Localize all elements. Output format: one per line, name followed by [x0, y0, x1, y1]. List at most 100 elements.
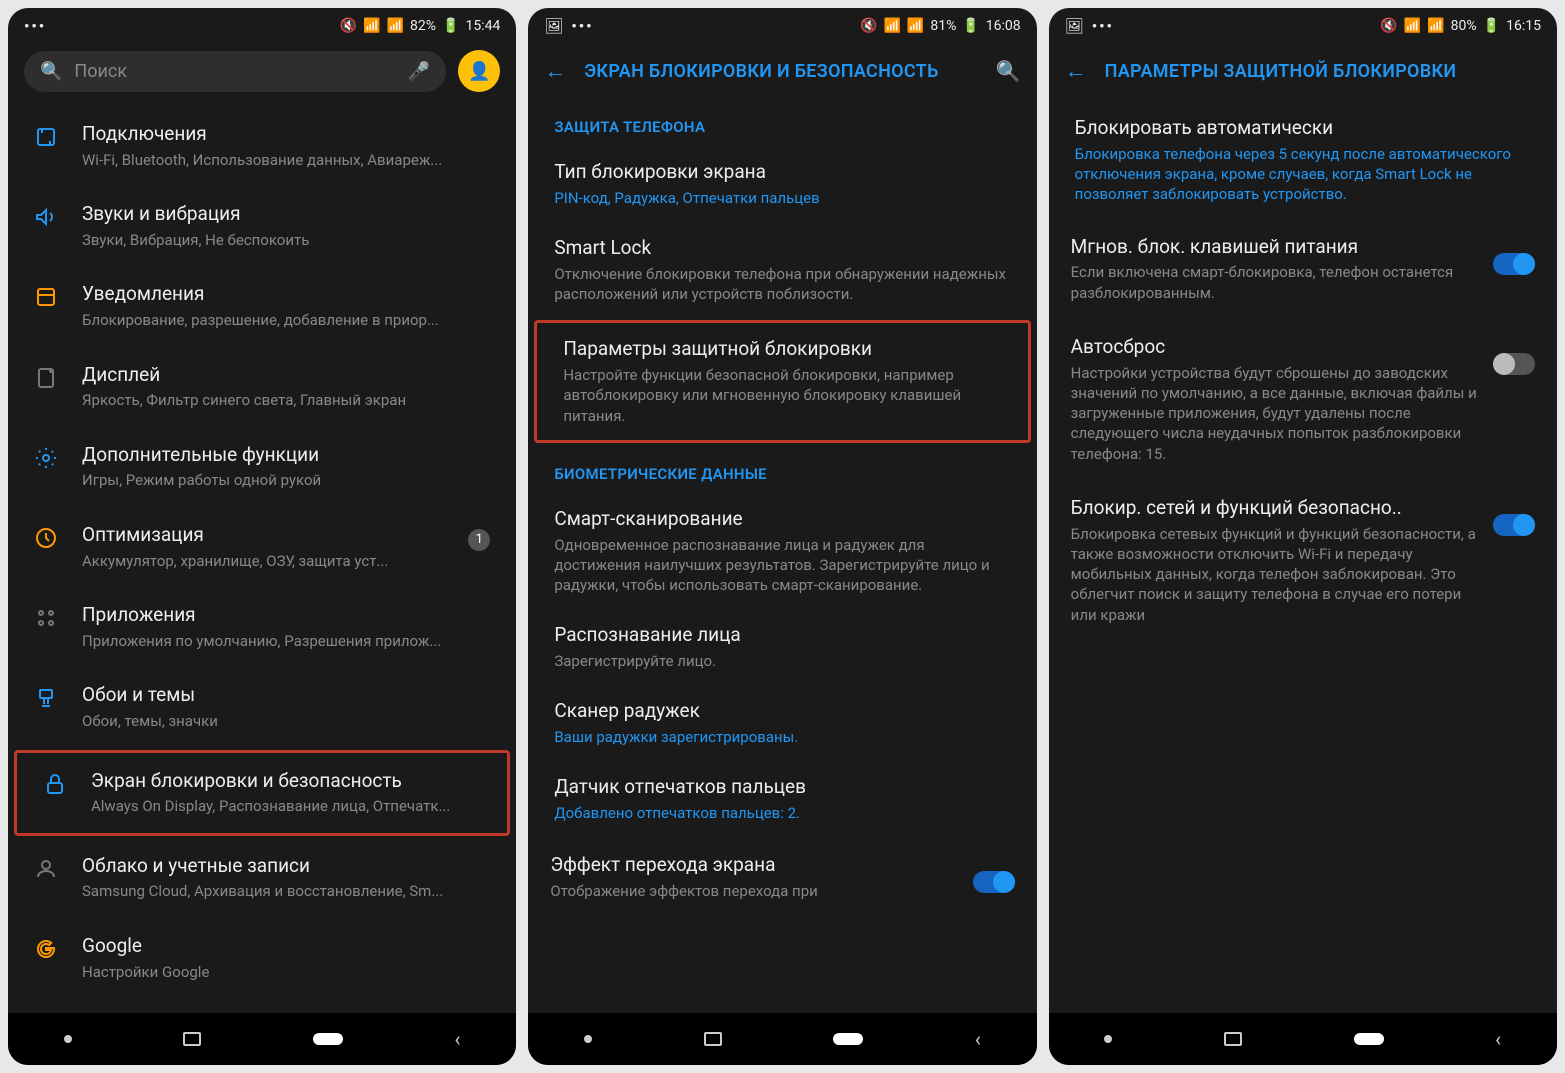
item-sub: Wi-Fi, Bluetooth, Использование данных, …: [82, 151, 494, 171]
display-icon: [30, 363, 62, 390]
clock: 16:08: [986, 18, 1021, 34]
nav-assistant-icon[interactable]: [1104, 1035, 1112, 1043]
toggle-switch[interactable]: [1493, 253, 1535, 275]
image-icon: 🖼: [1065, 17, 1084, 35]
item-sub: Добавлено отпечатков пальцев: 2.: [554, 803, 1010, 823]
nav-bar: ‹: [528, 1013, 1036, 1065]
status-bar: 🖼 ••• 🔇 📶 📶 81% 🔋 16:08: [528, 8, 1036, 40]
phone-screen-2: 🖼 ••• 🔇 📶 📶 81% 🔋 16:08 ← ЭКРАН БЛОКИРОВ…: [528, 8, 1036, 1065]
item-sub: Одновременное распознавание лица и радуж…: [554, 535, 1010, 596]
item-apps[interactable]: Приложения Приложения по умолчанию, Разр…: [8, 587, 516, 667]
avatar[interactable]: 👤: [458, 50, 500, 92]
item-optimization[interactable]: Оптимизация Аккумулятор, хранилище, ОЗУ,…: [8, 507, 516, 587]
more-icon: •••: [571, 17, 593, 35]
nav-recent-icon[interactable]: [183, 1032, 201, 1046]
battery-percent: 82%: [410, 18, 436, 34]
item-title: Smart Lock: [554, 236, 1010, 260]
page-title: ЭКРАН БЛОКИРОВКИ И БЕЗОПАСНОСТЬ: [584, 61, 977, 82]
item-lock-security[interactable]: Экран блокировки и безопасность Always O…: [17, 753, 507, 833]
search-icon[interactable]: 🔍: [996, 59, 1021, 83]
mute-icon: 🔇: [340, 18, 357, 34]
phone-screen-3: 🖼 ••• 🔇 📶 📶 80% 🔋 16:15 ← ПАРАМЕТРЫ ЗАЩИ…: [1049, 8, 1557, 1065]
item-iris-scanner[interactable]: Сканер радужек Ваши радужки зарегистриро…: [528, 685, 1036, 761]
item-sub: Игры, Режим работы одной рукой: [82, 471, 494, 491]
item-auto-reset[interactable]: Автосброс Настройки устройства будут сбр…: [1049, 319, 1557, 480]
toggle-switch[interactable]: [1493, 514, 1535, 536]
back-arrow-icon[interactable]: ←: [544, 58, 566, 84]
more-icon: •••: [1092, 17, 1114, 35]
item-sounds[interactable]: Звуки и вибрация Звуки, Вибрация, Не бес…: [8, 186, 516, 266]
item-title: Блокировать автоматически: [1075, 116, 1531, 140]
mic-icon[interactable]: 🎤: [408, 61, 430, 82]
item-secure-lock-settings[interactable]: Параметры защитной блокировки Настройте …: [537, 323, 1027, 440]
nav-home-icon[interactable]: [313, 1033, 343, 1045]
highlight-lock-security: Экран блокировки и безопасность Always O…: [14, 750, 510, 836]
item-sub: Блокирование, разрешение, добавление в п…: [82, 311, 494, 331]
more-icon: •••: [24, 17, 46, 35]
mute-icon: 🔇: [860, 18, 877, 34]
mute-icon: 🔇: [1380, 18, 1397, 34]
item-google[interactable]: Google Настройки Google: [8, 918, 516, 998]
wifi-icon: 📶: [883, 18, 900, 34]
nav-recent-icon[interactable]: [704, 1032, 722, 1046]
search-placeholder: Поиск: [74, 61, 127, 82]
item-notifications[interactable]: Уведомления Блокирование, разрешение, до…: [8, 266, 516, 346]
wifi-icon: 📶: [1404, 18, 1421, 34]
item-cloud[interactable]: Облако и учетные записи Samsung Cloud, А…: [8, 838, 516, 918]
toggle-switch[interactable]: [1493, 353, 1535, 375]
item-title: Обои и темы: [82, 683, 494, 708]
item-sub: Always On Display, Распознавание лица, О…: [91, 797, 485, 817]
item-sub: Звуки, Вибрация, Не беспокоить: [82, 231, 494, 251]
nav-back-icon[interactable]: ‹: [455, 1027, 461, 1051]
item-title: Звуки и вибрация: [82, 202, 494, 227]
item-sub: Блокировка сетевых функций и функций без…: [1071, 524, 1479, 625]
nav-assistant-icon[interactable]: [584, 1035, 592, 1043]
item-smart-lock[interactable]: Smart Lock Отключение блокировки телефон…: [528, 222, 1036, 318]
item-sub: Приложения по умолчанию, Разрешения прил…: [82, 632, 494, 652]
sound-icon: [30, 202, 62, 229]
item-title: Автосброс: [1071, 335, 1479, 359]
toggle-switch[interactable]: [973, 871, 1015, 893]
back-arrow-icon[interactable]: ←: [1065, 58, 1087, 84]
item-fingerprint[interactable]: Датчик отпечатков пальцев Добавлено отпе…: [528, 761, 1036, 837]
section-phone-protection: ЗАЩИТА ТЕЛЕФОНА: [528, 98, 1036, 146]
nav-back-icon[interactable]: ‹: [1495, 1027, 1501, 1051]
cloud-icon: [30, 854, 62, 881]
nav-assistant-icon[interactable]: [64, 1035, 72, 1043]
item-title: Смарт-сканирование: [554, 507, 1010, 531]
signal-icon: 📶: [907, 18, 924, 34]
item-title: Датчик отпечатков пальцев: [554, 775, 1010, 799]
settings-list: Блокировать автоматически Блокировка тел…: [1049, 98, 1557, 1013]
highlight-secure-lock-settings: Параметры защитной блокировки Настройте …: [534, 320, 1030, 443]
item-sub: Ваши радужки зарегистрированы.: [554, 727, 1010, 747]
item-title: Эффект перехода экрана: [550, 853, 958, 877]
nav-recent-icon[interactable]: [1224, 1032, 1242, 1046]
item-advanced[interactable]: Дополнительные функции Игры, Режим работ…: [8, 427, 516, 507]
item-transition-effect[interactable]: Эффект перехода экрана Отображение эффек…: [528, 837, 1036, 917]
google-icon: [30, 934, 62, 961]
item-connections[interactable]: Подключения Wi-Fi, Bluetooth, Использова…: [8, 106, 516, 186]
battery-percent: 81%: [930, 18, 956, 34]
item-title: Приложения: [82, 603, 494, 628]
battery-icon: 🔋: [442, 18, 459, 34]
item-title: Тип блокировки экрана: [554, 160, 1010, 184]
search-row: 🔍 Поиск 🎤 👤: [8, 40, 516, 106]
optimization-icon: [30, 523, 62, 550]
nav-home-icon[interactable]: [833, 1033, 863, 1045]
item-auto-lock[interactable]: Блокировать автоматически Блокировка тел…: [1049, 98, 1557, 219]
item-sub: Если включена смарт-блокировка, телефон …: [1071, 262, 1479, 303]
item-face-recognition[interactable]: Распознавание лица Зарегистрируйте лицо.: [528, 609, 1036, 685]
item-sub: Настройте функции безопасной блокировки,…: [563, 365, 1001, 426]
item-instant-lock[interactable]: Мгнов. блок. клавишей питания Если включ…: [1049, 219, 1557, 319]
nav-home-icon[interactable]: [1354, 1033, 1384, 1045]
item-sub: Отключение блокировки телефона при обнар…: [554, 264, 1010, 305]
search-input[interactable]: 🔍 Поиск 🎤: [24, 51, 446, 92]
item-wallpapers[interactable]: Обои и темы Обои, темы, значки: [8, 667, 516, 747]
item-lock-type[interactable]: Тип блокировки экрана PIN-код, Радужка, …: [528, 146, 1036, 222]
nav-back-icon[interactable]: ‹: [975, 1027, 981, 1051]
lock-icon: [39, 769, 71, 796]
item-network-lock[interactable]: Блокир. сетей и функций безопасно.. Блок…: [1049, 480, 1557, 641]
item-smart-scan[interactable]: Смарт-сканирование Одновременное распозн…: [528, 493, 1036, 610]
item-display[interactable]: Дисплей Яркость, Фильтр синего света, Гл…: [8, 347, 516, 427]
item-title: Облако и учетные записи: [82, 854, 494, 879]
